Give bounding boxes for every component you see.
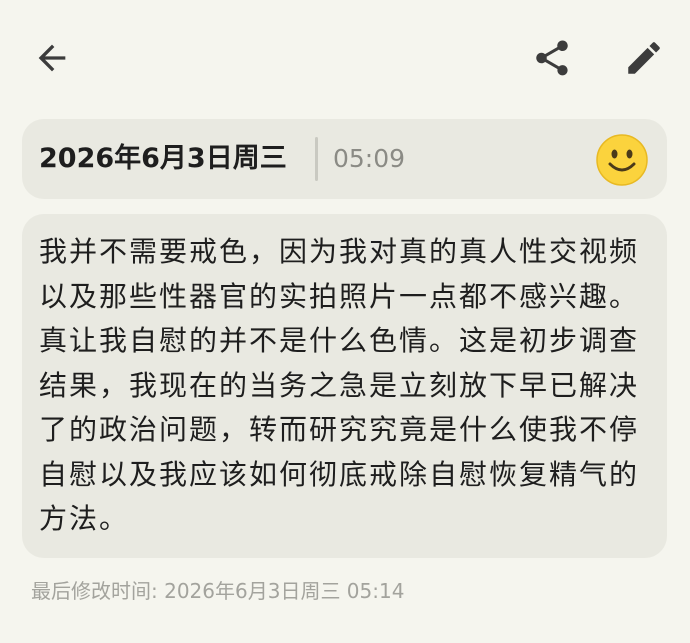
entry-date[interactable]: 2026年6月3日周三 bbox=[39, 119, 287, 199]
entry-header: 2026年6月3日周三 05:09 bbox=[22, 119, 667, 199]
pencil-icon bbox=[628, 42, 660, 74]
smiley-face-icon bbox=[596, 134, 648, 186]
top-app-bar bbox=[0, 0, 690, 118]
entry-body[interactable]: 我并不需要戒色，因为我对真的真人性交视频以及那些性器官的实拍照片一点都不感兴趣。… bbox=[22, 214, 667, 558]
entry-time[interactable]: 05:09 bbox=[333, 119, 405, 199]
header-divider bbox=[315, 137, 318, 181]
back-button[interactable] bbox=[24, 30, 80, 86]
mood-button[interactable] bbox=[595, 133, 649, 187]
arrow-left-icon bbox=[38, 44, 66, 72]
share-button[interactable] bbox=[524, 30, 580, 86]
edit-button[interactable] bbox=[616, 30, 672, 86]
share-icon bbox=[536, 40, 568, 76]
entry-content[interactable]: 我并不需要戒色，因为我对真的真人性交视频以及那些性器官的实拍照片一点都不感兴趣。… bbox=[39, 230, 639, 542]
last-modified-text: 最后修改时间: 2026年6月3日周三 05:14 bbox=[31, 579, 405, 603]
